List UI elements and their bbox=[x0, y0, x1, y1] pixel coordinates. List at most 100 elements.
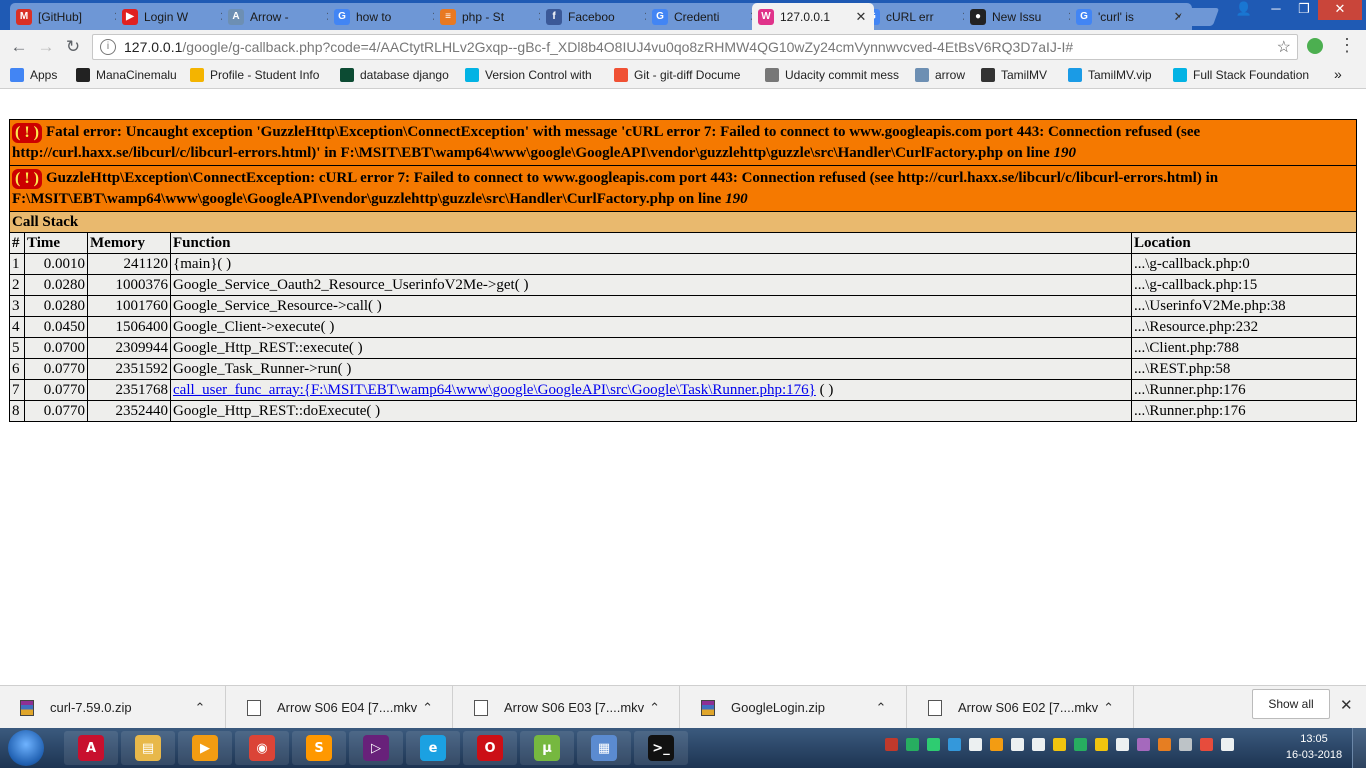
tray-icon[interactable] bbox=[990, 738, 1003, 751]
downloads-bar: curl-7.59.0.zip ⌃ Arrow S06 E04 [7....mkv ⌃… bbox=[0, 685, 1366, 729]
bookmark-item[interactable]: arrow bbox=[915, 67, 965, 83]
browser-tab[interactable]: ▶Login W✕ bbox=[116, 3, 238, 30]
download-item[interactable]: curl-7.59.0.zip ⌃ bbox=[0, 686, 226, 729]
tab-title: 127.0.0.1 bbox=[780, 9, 831, 24]
bookmark-label: TamilMV bbox=[1001, 68, 1048, 82]
taskbar-app[interactable]: ▷ bbox=[349, 731, 403, 765]
adobe-reader-icon: A bbox=[78, 735, 104, 761]
tab-title: Faceboo bbox=[568, 9, 615, 24]
django-icon bbox=[340, 68, 354, 82]
tray-icon[interactable] bbox=[906, 738, 919, 751]
download-item[interactable]: Arrow S06 E02 [7....mkv ⌃ bbox=[908, 686, 1134, 729]
taskbar-app[interactable]: ▦ bbox=[577, 731, 631, 765]
taskbar-app[interactable]: A bbox=[64, 731, 118, 765]
browser-tab[interactable]: G'curl' is ✕ bbox=[1070, 3, 1192, 30]
row-location: ...\UserinfoV2Me.php:38 bbox=[1131, 295, 1357, 317]
row-memory: 2309944 bbox=[87, 337, 171, 359]
taskbar-app[interactable]: ◉ bbox=[235, 731, 289, 765]
taskbar-app[interactable]: ▶ bbox=[178, 731, 232, 765]
bookmark-star-icon[interactable]: ☆ bbox=[1277, 37, 1291, 57]
chevron-up-icon[interactable]: ⌃ bbox=[189, 700, 211, 716]
video-file-icon bbox=[247, 699, 261, 716]
chevron-up-icon[interactable]: ⌃ bbox=[870, 700, 892, 716]
bookmark-item[interactable]: Git - git-diff Docume bbox=[614, 67, 740, 83]
bookmarks-overflow-icon[interactable]: » bbox=[1334, 66, 1342, 82]
menu-icon[interactable]: ⋮ bbox=[1338, 35, 1356, 56]
bookmark-item[interactable]: database django bbox=[340, 67, 449, 83]
row-time: 0.0450 bbox=[24, 316, 88, 338]
browser-tab[interactable]: Ghow to✕ bbox=[328, 3, 450, 30]
browser-tab[interactable]: AArrow -✕ bbox=[222, 3, 344, 30]
browser-tab[interactable]: ●New Issu✕ bbox=[964, 3, 1086, 30]
tab-title: 'curl' is bbox=[1098, 9, 1134, 24]
clock[interactable]: 13:05 16-03-2018 bbox=[1284, 731, 1344, 763]
tray-icon[interactable] bbox=[1200, 738, 1213, 751]
tray-icon[interactable] bbox=[948, 738, 961, 751]
function-name: Google_Http_REST::doExecute( ) bbox=[173, 402, 381, 419]
bookmark-item[interactable]: Apps bbox=[10, 67, 57, 83]
profile-icon[interactable]: 👤 bbox=[1232, 0, 1256, 20]
show-all-button[interactable]: Show all bbox=[1252, 689, 1330, 719]
bookmark-item[interactable]: Profile - Student Info bbox=[190, 67, 319, 83]
tray-icon[interactable] bbox=[1032, 738, 1045, 751]
bookmark-label: Apps bbox=[30, 68, 58, 82]
bookmark-item[interactable]: Version Control with bbox=[465, 67, 592, 83]
chevron-up-icon[interactable]: ⌃ bbox=[417, 700, 438, 716]
bookmark-item[interactable]: TamilMV bbox=[981, 67, 1047, 83]
show-desktop-button[interactable] bbox=[1352, 728, 1366, 768]
new-tab-button[interactable] bbox=[1176, 8, 1220, 26]
browser-tab[interactable]: M[GitHub]✕ bbox=[10, 3, 132, 30]
tray-icon[interactable] bbox=[1074, 738, 1087, 751]
browser-tab[interactable]: ≡php - St✕ bbox=[434, 3, 556, 30]
close-tab-icon[interactable]: ✕ bbox=[854, 9, 868, 25]
chevron-up-icon[interactable]: ⌃ bbox=[644, 700, 665, 716]
back-icon[interactable]: ← bbox=[8, 36, 30, 58]
row-function: Google_Client->execute( ) bbox=[170, 316, 1132, 338]
taskbar-app[interactable]: S bbox=[292, 731, 346, 765]
tab-title: Arrow - bbox=[250, 9, 289, 24]
tray-icon[interactable] bbox=[927, 738, 940, 751]
row-index: 1 bbox=[9, 253, 25, 275]
taskbar-app[interactable]: µ bbox=[520, 731, 574, 765]
tray-icon[interactable] bbox=[1053, 738, 1066, 751]
close-downloads-icon[interactable]: ✕ bbox=[1340, 696, 1353, 714]
forward-icon[interactable]: → bbox=[35, 36, 57, 58]
function-link[interactable]: call_user_func_array:{F:\MSIT\EBT\wamp64… bbox=[173, 382, 816, 398]
tray-icon[interactable] bbox=[1095, 738, 1108, 751]
taskbar-app[interactable]: O bbox=[463, 731, 517, 765]
reload-icon[interactable]: ↻ bbox=[62, 36, 84, 58]
download-item[interactable]: Arrow S06 E03 [7....mkv ⌃ bbox=[454, 686, 680, 729]
address-bar[interactable]: i 127.0.0.1 /google/g-callback.php?code=… bbox=[92, 34, 1298, 60]
tray-icon[interactable] bbox=[1158, 738, 1171, 751]
tray-icon[interactable] bbox=[1137, 738, 1150, 751]
browser-tab[interactable]: GcURL err✕ bbox=[858, 3, 980, 30]
tamilmv-icon bbox=[981, 68, 995, 82]
tray-icon[interactable] bbox=[1221, 738, 1234, 751]
browser-tab[interactable]: GCredenti✕ bbox=[646, 3, 768, 30]
tray-icon[interactable] bbox=[1116, 738, 1129, 751]
download-item[interactable]: GoogleLogin.zip ⌃ bbox=[681, 686, 907, 729]
browser-tab[interactable]: W 127.0.0.1 ✕ bbox=[752, 3, 874, 30]
maximize-icon[interactable]: ❐ bbox=[1290, 0, 1318, 20]
bookmark-item[interactable]: TamilMV.vip bbox=[1068, 67, 1152, 83]
close-window-icon[interactable]: ✕ bbox=[1318, 0, 1362, 20]
browser-tab[interactable]: fFaceboo✕ bbox=[540, 3, 662, 30]
extension-icon[interactable] bbox=[1307, 38, 1323, 54]
tray-icon[interactable] bbox=[885, 738, 898, 751]
taskbar-app[interactable]: e bbox=[406, 731, 460, 765]
start-button[interactable] bbox=[8, 730, 44, 766]
tray-icon[interactable] bbox=[1011, 738, 1024, 751]
download-filename: Arrow S06 E03 [7....mkv bbox=[504, 700, 645, 715]
bookmark-item[interactable]: ManaCinemalu bbox=[76, 67, 177, 83]
site-info-icon[interactable]: i bbox=[100, 39, 116, 55]
tray-icon[interactable] bbox=[969, 738, 982, 751]
taskbar-app[interactable]: ▤ bbox=[121, 731, 175, 765]
chevron-up-icon[interactable]: ⌃ bbox=[1098, 700, 1119, 716]
tray-icon[interactable] bbox=[1179, 738, 1192, 751]
bookmark-item[interactable]: Udacity commit mess bbox=[765, 67, 899, 83]
taskbar-app[interactable]: >_ bbox=[634, 731, 688, 765]
bookmark-item[interactable]: Full Stack Foundation bbox=[1173, 67, 1309, 83]
download-item[interactable]: Arrow S06 E04 [7....mkv ⌃ bbox=[227, 686, 453, 729]
url-host: 127.0.0.1 bbox=[124, 39, 183, 55]
minimize-icon[interactable]: ─ bbox=[1262, 0, 1290, 20]
